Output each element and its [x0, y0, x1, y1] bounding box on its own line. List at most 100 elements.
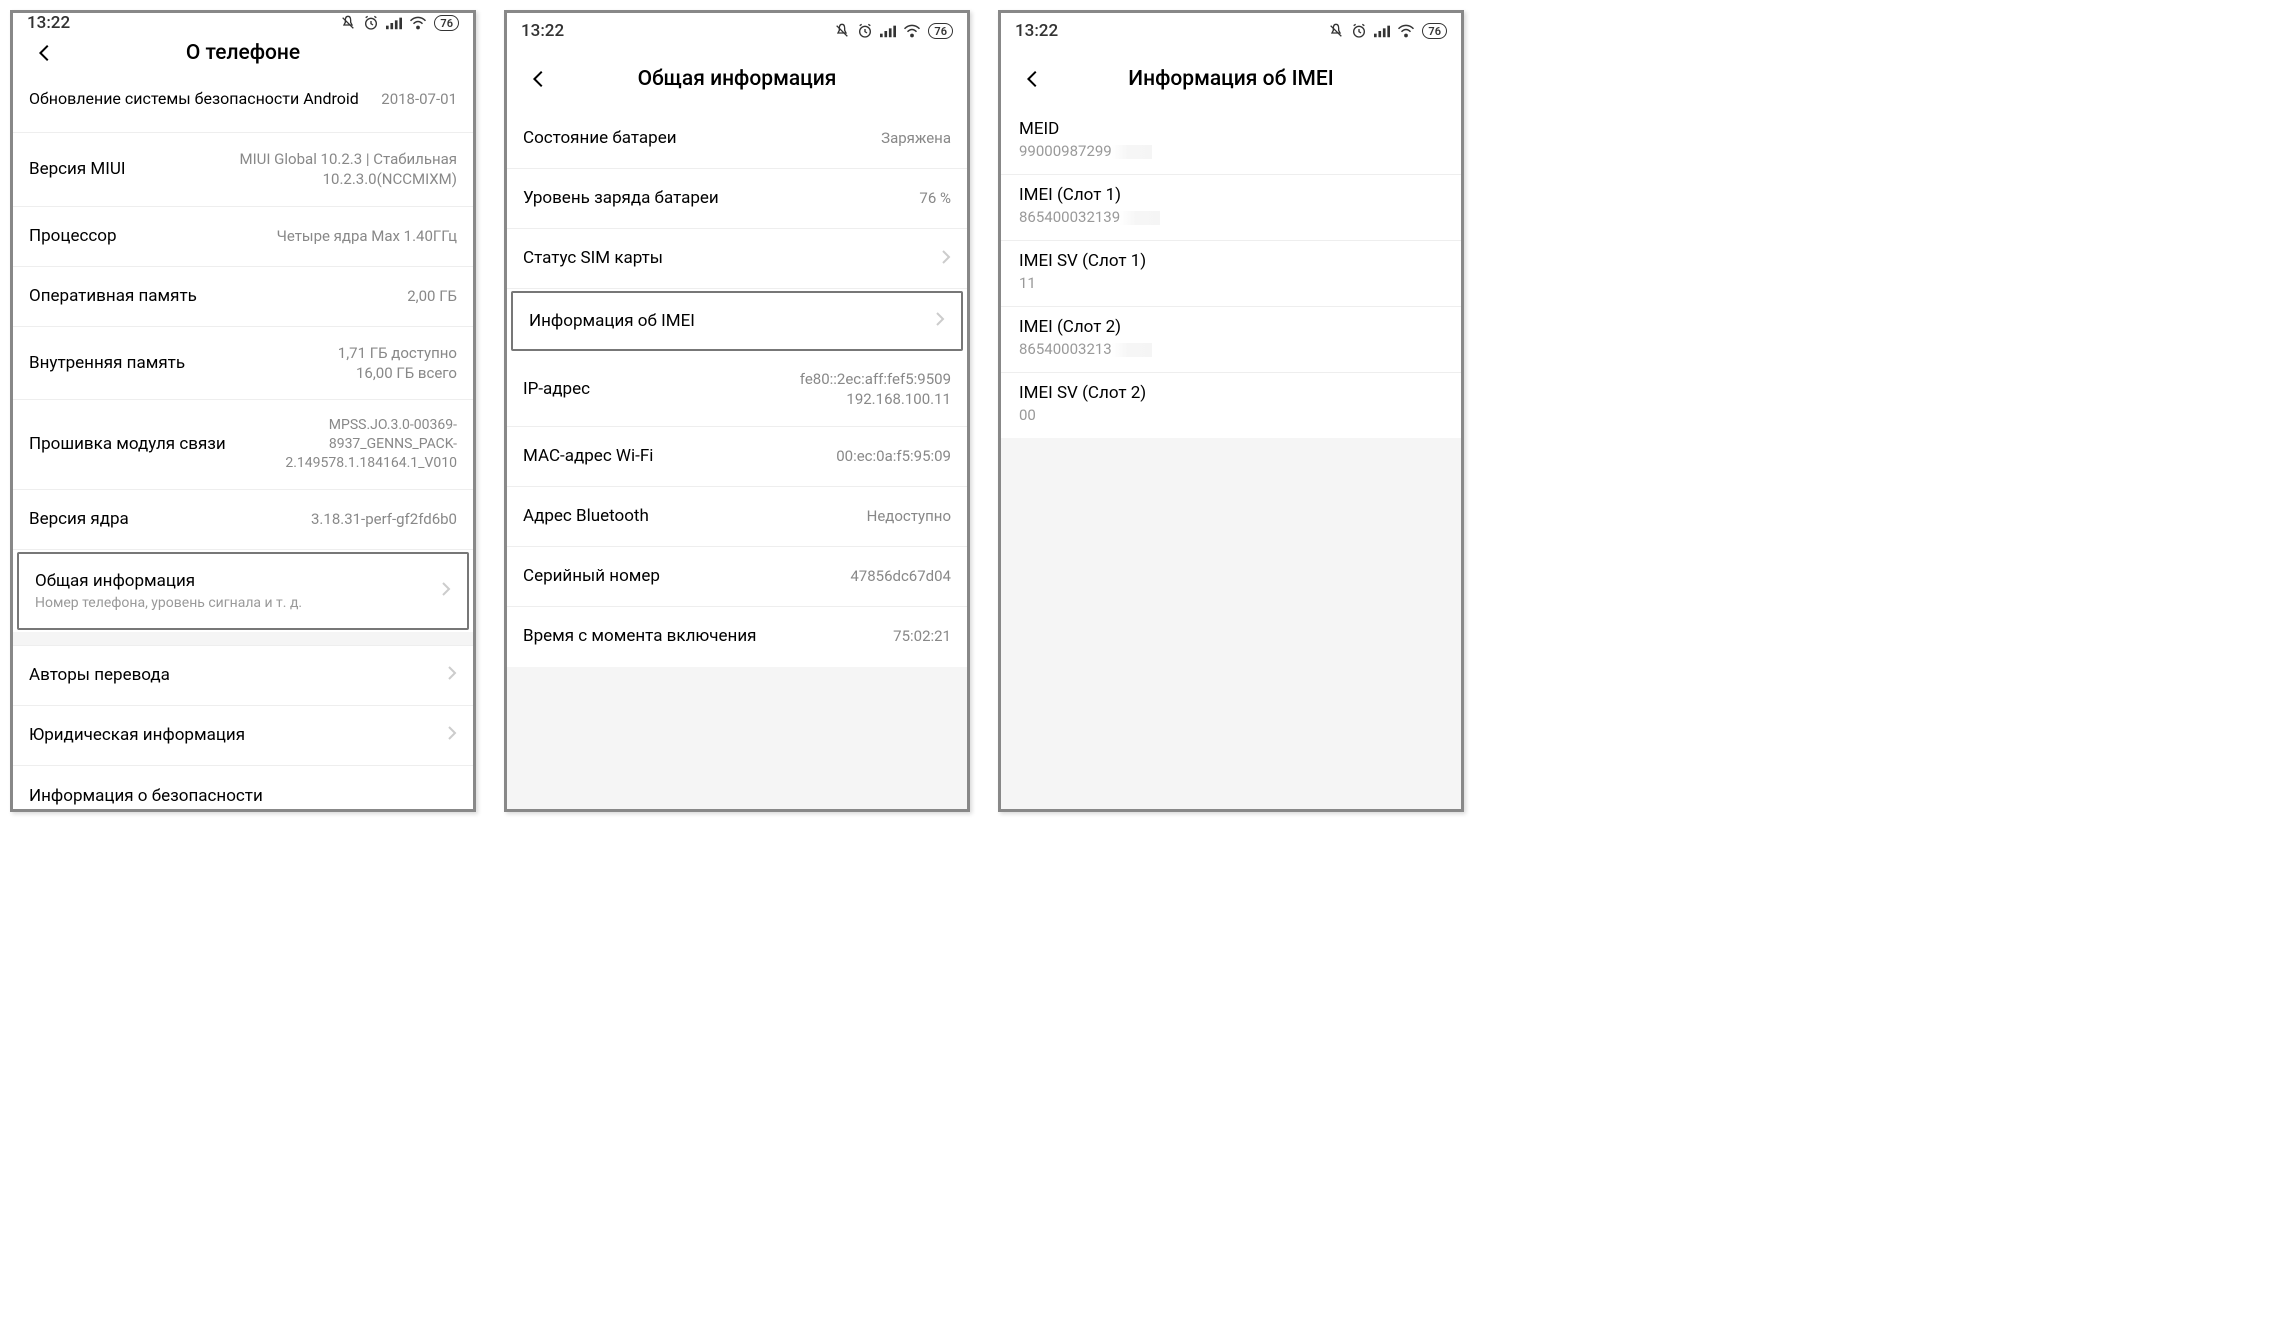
row-sublabel: Номер телефона, уровень сигнала и т. д.: [35, 595, 431, 612]
status-time: 13:22: [1015, 21, 1058, 41]
row-imeisv-slot1[interactable]: IMEI SV (Слот 1) 11: [1001, 241, 1461, 307]
signal-icon: [880, 24, 896, 38]
row-value: 75:02:21: [893, 626, 951, 646]
redacted-mask: [1112, 145, 1152, 159]
empty-area: [1001, 438, 1461, 809]
row-battery-status[interactable]: Состояние батареи Заряжена: [507, 109, 967, 169]
row-label: Прошивка модуля связи: [29, 433, 227, 455]
signal-icon: [1374, 24, 1390, 38]
row-label: MEID: [1019, 119, 1443, 139]
row-label: Общая информация: [35, 570, 431, 592]
row-label: Состояние батареи: [523, 127, 881, 149]
row-value: Четыре ядра Max 1.40ГГц: [277, 226, 457, 246]
row-label: Серийный номер: [523, 565, 850, 587]
redacted-mask: [1120, 211, 1160, 225]
row-baseband[interactable]: Прошивка модуля связи MPSS.JO.3.0-00369-…: [13, 400, 473, 490]
row-sim-status[interactable]: Статус SIM карты: [507, 229, 967, 289]
row-status-highlighted[interactable]: Общая информация Номер телефона, уровень…: [17, 552, 469, 630]
chevron-right-icon: [441, 581, 451, 601]
row-label: Версия MIUI: [29, 158, 239, 180]
status-icons: 76: [1328, 23, 1447, 39]
row-label: Авторы перевода: [29, 664, 437, 686]
row-legal[interactable]: Юридическая информация: [13, 706, 473, 766]
row-ip-address[interactable]: IP-адрес fe80::2ec:aff:fef5:9509 192.168…: [507, 353, 967, 427]
back-button[interactable]: [25, 33, 65, 73]
back-button[interactable]: [519, 59, 559, 99]
status-time: 13:22: [27, 13, 70, 33]
phone-screenshot-3: 13:22 76 Информация об IMEI MEID 9900098…: [998, 10, 1464, 812]
row-value: 47856dc67d04: [850, 566, 951, 586]
wifi-icon: [903, 24, 921, 38]
row-value: 76 %: [919, 188, 951, 208]
row-label: IP-адрес: [523, 378, 800, 400]
alarm-icon: [1351, 23, 1367, 39]
back-button[interactable]: [1013, 59, 1053, 99]
row-label: Обновление системы безопасности Android: [29, 89, 381, 110]
row-miui-version[interactable]: Версия MIUI MIUI Global 10.2.3 | Стабиль…: [13, 133, 473, 207]
alarm-icon: [857, 23, 873, 39]
empty-area: [507, 667, 967, 810]
redacted-mask: [1112, 343, 1152, 357]
row-label: Внутренняя память: [29, 352, 338, 374]
status-bar: 13:22 76: [507, 13, 967, 49]
row-value: 1,71 ГБ доступно 16,00 ГБ всего: [338, 343, 457, 384]
row-label: Информация о безопасности: [29, 785, 457, 807]
row-value: 2,00 ГБ: [407, 286, 457, 306]
row-value: 2018-07-01: [381, 89, 457, 109]
signal-icon: [386, 16, 402, 30]
row-value: fe80::2ec:aff:fef5:9509 192.168.100.11: [800, 369, 951, 410]
status-time: 13:22: [521, 21, 564, 41]
phone-screenshot-2: 13:22 76 Общая информация Состояние бата…: [504, 10, 970, 812]
row-label: IMEI (Слот 1): [1019, 185, 1443, 205]
status-bar: 13:22 76: [13, 13, 473, 33]
row-ram[interactable]: Оперативная память 2,00 ГБ: [13, 267, 473, 327]
row-safety[interactable]: Информация о безопасности: [13, 766, 473, 812]
row-value: 11: [1019, 274, 1443, 292]
row-uptime[interactable]: Время с момента включения 75:02:21: [507, 607, 967, 667]
row-meid[interactable]: MEID 99000987299: [1001, 109, 1461, 175]
row-value: 00: [1019, 406, 1443, 424]
row-value: 99000987299: [1019, 142, 1443, 160]
wifi-icon: [1397, 24, 1415, 38]
battery-icon: 76: [434, 15, 459, 31]
row-storage[interactable]: Внутренняя память 1,71 ГБ доступно 16,00…: [13, 327, 473, 401]
chevron-right-icon: [447, 725, 457, 745]
page-title: О телефоне: [13, 41, 473, 65]
row-label: Адрес Bluetooth: [523, 505, 867, 527]
row-label: IMEI SV (Слот 1): [1019, 251, 1443, 271]
battery-icon: 76: [1422, 23, 1447, 39]
row-label: Процессор: [29, 225, 277, 247]
row-mac-address[interactable]: MAC-адрес Wi-Fi 00:ec:0a:f5:95:09: [507, 427, 967, 487]
page-title: Общая информация: [507, 67, 967, 91]
row-value: 865400032139: [1019, 208, 1443, 226]
row-value: MIUI Global 10.2.3 | Стабильная 10.2.3.0…: [239, 149, 457, 190]
chevron-right-icon: [941, 249, 951, 269]
page-title: Информация об IMEI: [1001, 67, 1461, 91]
wifi-icon: [409, 16, 427, 30]
row-label: IMEI (Слот 2): [1019, 317, 1443, 337]
row-imei-info-highlighted[interactable]: Информация об IMEI: [511, 291, 963, 351]
row-bluetooth-address[interactable]: Адрес Bluetooth Недоступно: [507, 487, 967, 547]
row-kernel[interactable]: Версия ядра 3.18.31-perf-gf2fd6b0: [13, 490, 473, 550]
row-label: Юридическая информация: [29, 724, 437, 746]
row-cpu[interactable]: Процессор Четыре ядра Max 1.40ГГц: [13, 207, 473, 267]
mute-icon: [1328, 23, 1344, 39]
status-bar: 13:22 76: [1001, 13, 1461, 49]
row-imei-slot1[interactable]: IMEI (Слот 1) 865400032139: [1001, 175, 1461, 241]
phone-screenshot-1: 13:22 76 О телефоне Обновление системы б…: [10, 10, 476, 812]
section-divider: [13, 632, 473, 646]
row-security-update[interactable]: Обновление системы безопасности Android …: [13, 73, 473, 133]
row-label: Оперативная память: [29, 285, 407, 307]
row-battery-level[interactable]: Уровень заряда батареи 76 %: [507, 169, 967, 229]
row-label: Версия ядра: [29, 508, 311, 530]
row-value: 00:ec:0a:f5:95:09: [836, 446, 951, 466]
row-label: Время с момента включения: [523, 625, 893, 647]
row-imeisv-slot2[interactable]: IMEI SV (Слот 2) 00: [1001, 373, 1461, 438]
chevron-right-icon: [935, 311, 945, 331]
row-imei-slot2[interactable]: IMEI (Слот 2) 86540003213: [1001, 307, 1461, 373]
imei-list: MEID 99000987299 IMEI (Слот 1) 865400032…: [1001, 109, 1461, 438]
row-translators[interactable]: Авторы перевода: [13, 646, 473, 706]
row-label: IMEI SV (Слот 2): [1019, 383, 1443, 403]
row-label: Статус SIM карты: [523, 247, 931, 269]
row-serial-number[interactable]: Серийный номер 47856dc67d04: [507, 547, 967, 607]
